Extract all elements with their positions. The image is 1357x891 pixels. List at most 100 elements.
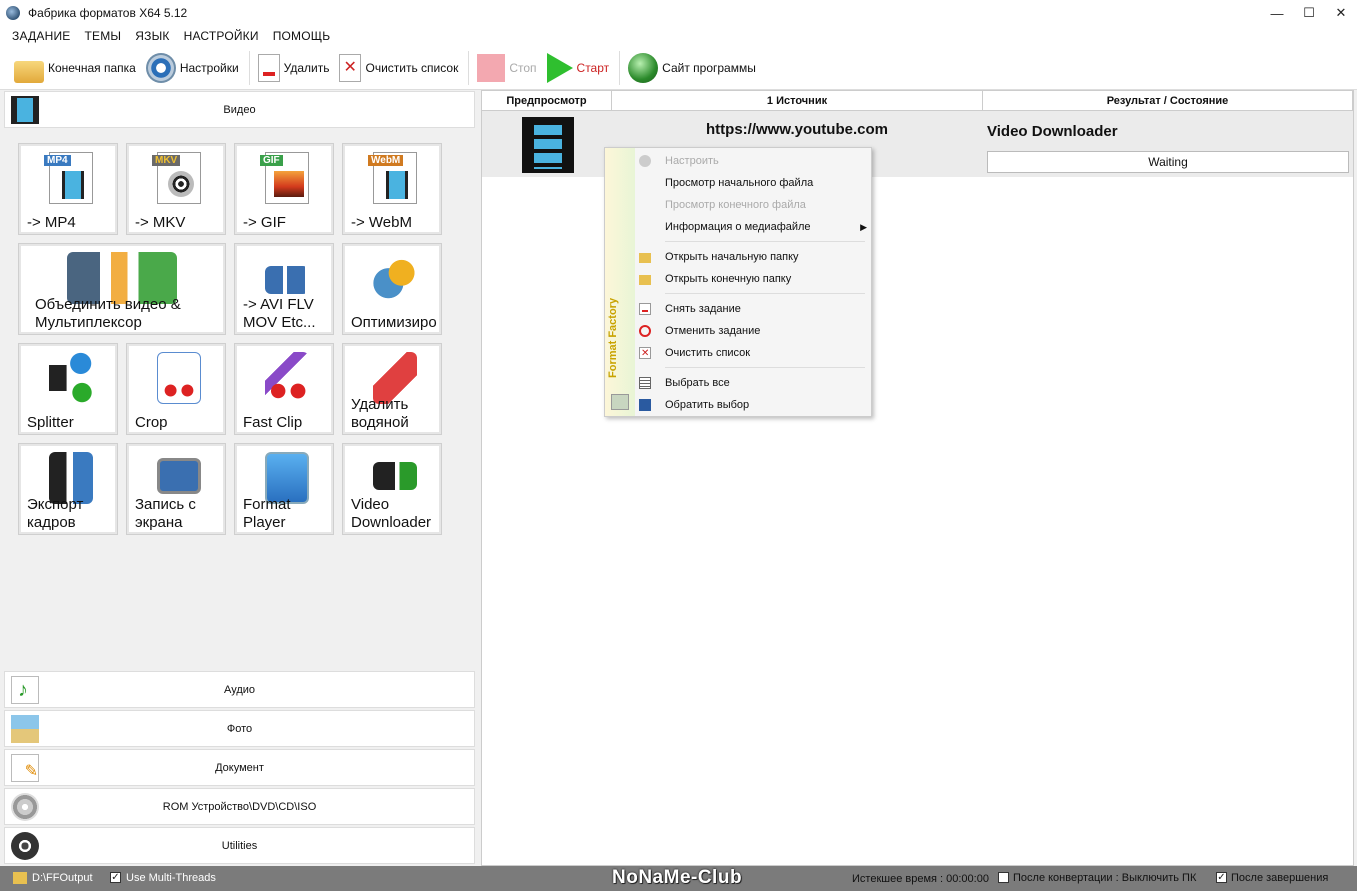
tile-crop-label: Crop xyxy=(135,414,168,431)
webm-file-icon: WebM xyxy=(368,152,417,204)
delete-label: Удалить xyxy=(283,60,330,75)
menu-item-label: Открыть начальную папку xyxy=(665,251,799,263)
tile-format-player[interactable]: Format Player xyxy=(234,443,334,535)
stop-icon xyxy=(639,325,651,337)
tile-crop[interactable]: Crop xyxy=(126,343,226,435)
tile-video-downloader[interactable]: Video Downloader xyxy=(342,443,442,535)
category-audio[interactable]: Аудио xyxy=(4,671,475,708)
tile-optimize[interactable]: Оптимизиро xyxy=(342,243,442,335)
category-photo[interactable]: Фото xyxy=(4,710,475,747)
optimize-icon xyxy=(373,252,417,304)
tile-gif[interactable]: GIF -> GIF xyxy=(234,143,334,235)
clear-list-button[interactable]: Очистить список xyxy=(339,48,458,88)
row-source: https://www.youtube.com xyxy=(706,121,888,138)
tile-mkv[interactable]: MKV -> MKV xyxy=(126,143,226,235)
tile-gif-label: -> GIF xyxy=(243,214,286,231)
after-done-checkbox[interactable]: ✓ xyxy=(1216,872,1227,883)
menu-item-select-all[interactable]: Выбрать все xyxy=(635,372,871,394)
clear-list-label: Очистить список xyxy=(365,60,459,75)
tile-optimize-label: Оптимизиро xyxy=(351,314,437,331)
menu-item-view-output[interactable]: Просмотр конечного файла xyxy=(635,194,871,216)
globe-icon xyxy=(628,52,659,83)
menu-item-invert-selection[interactable]: Обратить выбор xyxy=(635,394,871,416)
menu-item-label: Снять задание xyxy=(665,303,741,315)
watermark-text: NoNaMe-Club xyxy=(612,867,743,888)
menu-item-view-source[interactable]: Просмотр начального файла xyxy=(635,172,871,194)
menu-language[interactable]: ЯЗЫК xyxy=(135,29,169,43)
tile-remove-watermark[interactable]: Удалить водяной xyxy=(342,343,442,435)
category-rom-label: ROM Устройство\DVD\CD\ISO xyxy=(162,800,317,813)
menu-item-label: Отменить задание xyxy=(665,325,761,337)
maximize-button[interactable]: ☐ xyxy=(1293,0,1325,26)
invert-icon xyxy=(639,399,651,411)
clear-icon xyxy=(639,343,651,365)
menu-item-label: Просмотр начального файла xyxy=(665,177,814,189)
minimize-button[interactable]: — xyxy=(1261,0,1293,26)
tile-mp4-label: -> MP4 xyxy=(27,214,76,231)
tile-splitter[interactable]: Splitter xyxy=(18,343,118,435)
category-video[interactable]: Видео xyxy=(4,91,475,128)
menu-item-clear-list[interactable]: Очистить список xyxy=(635,342,871,365)
reel-icon xyxy=(168,171,194,197)
context-menu: Format Factory Настроить Просмотр началь… xyxy=(604,147,872,417)
toolbar-separator xyxy=(468,50,470,85)
website-button[interactable]: Сайт программы xyxy=(628,48,756,88)
tile-merge[interactable]: Объединить видео & Мультиплексор xyxy=(18,243,226,335)
gear-icon xyxy=(145,52,176,83)
tile-webm[interactable]: WebM -> WebM xyxy=(342,143,442,235)
menu-item-remove-task[interactable]: Снять задание xyxy=(635,298,871,320)
formats-icon xyxy=(265,266,309,294)
category-photo-label: Фото xyxy=(226,722,253,735)
video-preview-icon xyxy=(522,117,574,173)
category-document[interactable]: Документ xyxy=(4,749,475,786)
clear-list-icon xyxy=(339,53,362,82)
multithreads-checkbox[interactable]: ✓ xyxy=(110,872,121,883)
after-conversion-checkbox[interactable] xyxy=(998,872,1009,883)
column-source[interactable]: 1 Источник xyxy=(612,91,983,110)
tile-splitter-label: Splitter xyxy=(27,414,74,431)
menu-separator xyxy=(665,241,865,242)
menu-item-media-info[interactable]: Информация о медиафайле ▶ xyxy=(635,216,871,238)
multithreads-label: Use Multi-Threads xyxy=(126,872,216,884)
menu-item-configure[interactable]: Настроить xyxy=(635,150,871,172)
column-result[interactable]: Результат / Состояние xyxy=(983,91,1353,110)
menu-help[interactable]: ПОМОЩЬ xyxy=(273,29,331,43)
tile-mp4[interactable]: MP4 -> MP4 xyxy=(18,143,118,235)
stop-icon xyxy=(477,53,506,82)
start-button[interactable]: Старт xyxy=(546,48,610,88)
image-icon xyxy=(274,171,304,197)
menu-item-open-output-folder[interactable]: Открыть конечную папку xyxy=(635,268,871,290)
tile-screen-record[interactable]: Запись с экрана xyxy=(126,443,226,535)
after-conversion-label: После конвертации : Выключить ПК xyxy=(1013,872,1197,884)
menu-item-cancel-task[interactable]: Отменить задание xyxy=(635,320,871,342)
menu-separator xyxy=(665,293,865,294)
gear-icon xyxy=(639,155,651,167)
mkv-badge: MKV xyxy=(152,155,181,166)
tile-merge-label: Объединить видео & Мультиплексор xyxy=(35,296,181,331)
menu-task[interactable]: ЗАДАНИЕ xyxy=(12,29,70,43)
elapsed-time: Истекшее время : 00:00:00 xyxy=(852,873,989,885)
downloader-icon xyxy=(373,462,417,490)
delete-icon xyxy=(639,303,651,315)
category-utilities[interactable]: Utilities xyxy=(4,827,475,864)
category-rom[interactable]: ROM Устройство\DVD\CD\ISO xyxy=(4,788,475,825)
mp4-file-icon: MP4 xyxy=(44,152,93,204)
output-path[interactable]: D:\FFOutput xyxy=(32,872,93,884)
column-preview[interactable]: Предпросмотр xyxy=(482,91,612,110)
settings-button[interactable]: Настройки xyxy=(145,48,239,88)
menu-separator xyxy=(665,367,865,368)
delete-button[interactable]: Удалить xyxy=(257,48,330,88)
stop-button[interactable]: Стоп xyxy=(477,48,537,88)
app-icon xyxy=(6,6,20,20)
tile-export-frames[interactable]: Экспорт кадров xyxy=(18,443,118,535)
tile-avi[interactable]: -> AVI FLV MOV Etc... xyxy=(234,243,334,335)
menu-themes[interactable]: ТЕМЫ xyxy=(84,29,121,43)
start-label: Старт xyxy=(576,60,610,75)
tile-avi-label: -> AVI FLV MOV Etc... xyxy=(243,296,316,331)
menu-item-open-source-folder[interactable]: Открыть начальную папку xyxy=(635,246,871,268)
mkv-file-icon: MKV xyxy=(152,152,201,204)
menu-settings[interactable]: НАСТРОЙКИ xyxy=(184,29,259,43)
close-button[interactable]: ✕ xyxy=(1325,0,1357,26)
tile-fastclip[interactable]: Fast Clip xyxy=(234,343,334,435)
output-folder-button[interactable]: Конечная папка xyxy=(14,48,136,88)
